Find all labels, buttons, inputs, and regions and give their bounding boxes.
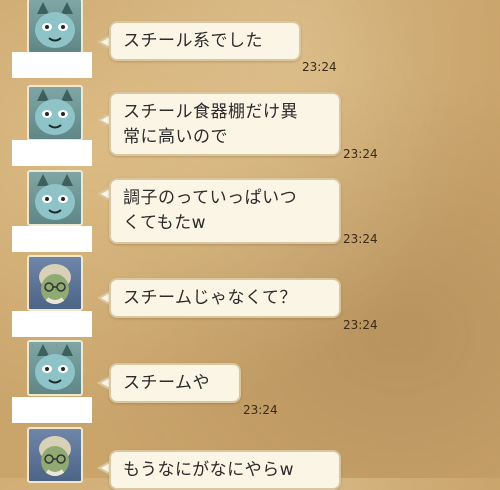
cat-face-icon — [35, 344, 75, 390]
old-man-icon — [39, 264, 71, 304]
message-time: 23:24 — [343, 318, 378, 332]
avatar[interactable] — [27, 427, 83, 483]
message-time: 23:24 — [243, 403, 278, 417]
chat-log: スチール系でした 23:24 スチール食器棚だけ異 常に高いので 23:24 調… — [0, 0, 500, 490]
message-bubble: もうなにがなにやらw — [109, 450, 341, 490]
avatar[interactable] — [27, 255, 83, 311]
message-bubble: スチームや — [109, 363, 241, 403]
cat-face-icon — [35, 89, 75, 135]
username-box — [12, 226, 92, 252]
username-box — [12, 311, 92, 337]
message-bubble: スチームじゃなくて？ — [109, 278, 341, 318]
message-time: 23:24 — [302, 60, 337, 74]
cat-face-icon — [35, 2, 75, 48]
message-bubble: スチール系でした — [109, 21, 301, 61]
old-man-icon — [39, 436, 71, 476]
username-box — [12, 140, 92, 166]
avatar[interactable] — [27, 170, 83, 226]
message-time: 23:24 — [343, 232, 378, 246]
avatar[interactable] — [27, 85, 83, 141]
message-bubble: スチール食器棚だけ異 常に高いので — [109, 92, 341, 156]
cat-face-icon — [35, 174, 75, 220]
message-bubble: 調子のっていっぱいつ くてもたw — [109, 178, 341, 244]
username-box — [12, 52, 92, 78]
message-time: 23:24 — [343, 147, 378, 161]
avatar[interactable] — [27, 340, 83, 396]
avatar[interactable] — [27, 0, 83, 54]
username-box — [12, 397, 92, 423]
